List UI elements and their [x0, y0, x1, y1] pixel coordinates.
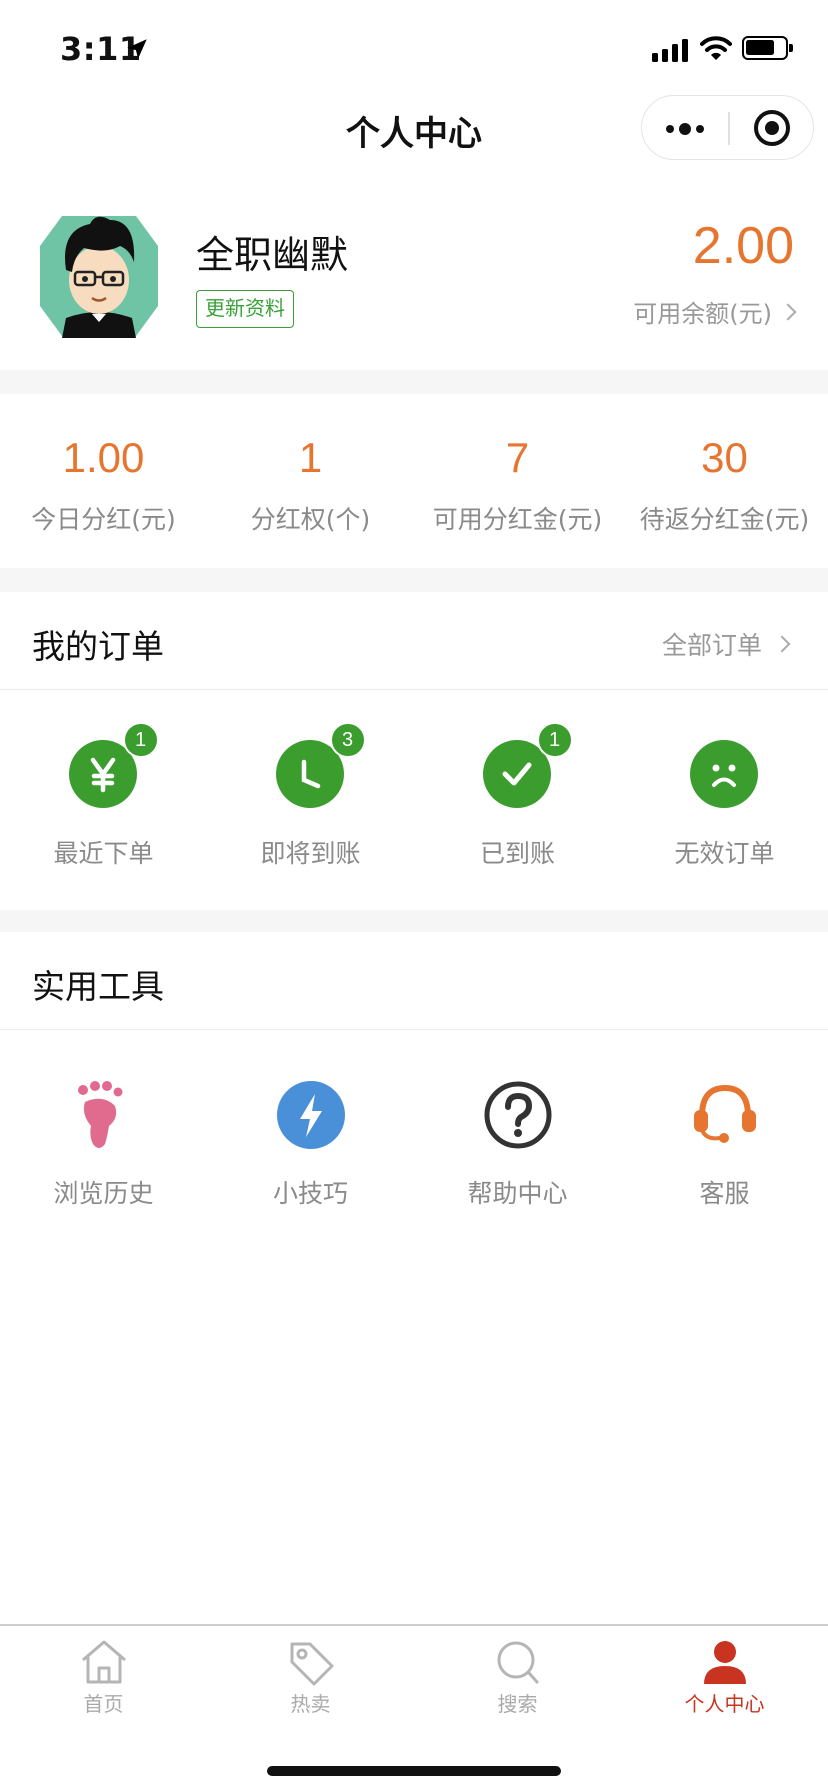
count-badge: 1 — [122, 722, 159, 758]
nav-bar: 个人中心 — [0, 92, 828, 180]
capsule-divider — [728, 112, 730, 145]
tool-label: 浏览历史 — [53, 1179, 154, 1208]
stat-label: 可用分红金(元) — [432, 505, 603, 534]
stat-label: 今日分红(元) — [31, 505, 176, 534]
battery-icon — [742, 36, 793, 60]
person-icon — [703, 1641, 746, 1684]
order-pending[interactable]: 3 即将到账 — [207, 722, 414, 870]
all-orders-link[interactable]: 全部订单 — [661, 626, 791, 662]
avatar[interactable] — [40, 210, 158, 338]
cellular-signal-icon — [652, 38, 688, 62]
section-divider — [0, 910, 828, 932]
tab-label: 个人中心 — [684, 1692, 765, 1716]
count-badge: 3 — [329, 722, 366, 758]
username: 全职幽默 — [196, 233, 349, 277]
count-badge: 1 — [536, 722, 573, 758]
update-profile-button[interactable]: 更新资料 — [196, 290, 294, 328]
tool-label: 帮助中心 — [467, 1179, 568, 1208]
tools-grid: 浏览历史 小技巧 帮助中心 客服 — [0, 1080, 828, 1210]
tag-icon — [290, 1642, 333, 1686]
tool-history[interactable]: 浏览历史 — [0, 1080, 207, 1210]
stat-item[interactable]: 7 可用分红金(元) — [414, 394, 621, 568]
tool-tips[interactable]: 小技巧 — [207, 1080, 414, 1210]
tab-label: 搜索 — [497, 1692, 538, 1716]
section-divider — [0, 370, 828, 394]
stat-value: 1 — [298, 434, 323, 481]
order-arrived[interactable]: 1 已到账 — [414, 722, 621, 870]
search-icon — [497, 1641, 538, 1684]
stat-label: 分红权(个) — [250, 505, 371, 534]
lightning-icon — [276, 1081, 345, 1149]
stat-label: 待返分红金(元) — [639, 505, 810, 534]
balance-link[interactable]: 可用余额(元) — [633, 294, 797, 329]
order-invalid[interactable]: 无效订单 — [621, 740, 828, 870]
tab-profile[interactable]: 个人中心 — [621, 1626, 828, 1792]
tool-label: 客服 — [699, 1179, 750, 1208]
status-bar: 3:11 — [0, 0, 828, 92]
order-label: 已到账 — [479, 839, 555, 868]
stat-value: 7 — [505, 434, 530, 481]
stat-value: 1.00 — [62, 434, 145, 481]
stat-item[interactable]: 1 分红权(个) — [207, 394, 414, 568]
tool-service[interactable]: 客服 — [621, 1080, 828, 1210]
chevron-right-icon — [779, 303, 797, 320]
tab-home[interactable]: 首页 — [0, 1626, 207, 1792]
headset-icon — [693, 1084, 756, 1143]
location-arrow-icon — [127, 39, 147, 59]
orders-header: 我的订单 全部订单 — [0, 592, 828, 690]
wifi-icon — [700, 36, 732, 60]
orders-grid: 1 最近下单 3 即将到账 1 已到账 无效订单 — [0, 722, 828, 870]
tab-label: 热卖 — [290, 1692, 331, 1716]
section-divider — [0, 568, 828, 592]
order-label: 无效订单 — [674, 839, 775, 868]
more-icon[interactable] — [666, 123, 704, 135]
order-recent[interactable]: 1 最近下单 — [0, 722, 207, 870]
tools-title: 实用工具 — [32, 967, 164, 1006]
question-icon — [484, 1081, 551, 1149]
close-miniprogram-icon[interactable] — [754, 110, 790, 146]
order-label: 最近下单 — [53, 839, 154, 868]
all-orders-label: 全部订单 — [661, 631, 762, 660]
home-indicator — [267, 1766, 561, 1776]
balance-value[interactable]: 2.00 — [693, 216, 794, 276]
tab-label: 首页 — [83, 1692, 124, 1716]
stat-item[interactable]: 1.00 今日分红(元) — [0, 394, 207, 568]
tool-label: 小技巧 — [272, 1179, 348, 1208]
orders-title: 我的订单 — [32, 627, 164, 666]
tools-header: 实用工具 — [0, 932, 828, 1030]
footprint-icon — [77, 1081, 122, 1148]
balance-label: 可用余额(元) — [633, 300, 772, 328]
stat-item[interactable]: 30 待返分红金(元) — [621, 394, 828, 568]
sad-face-icon — [689, 740, 758, 808]
miniprogram-capsule — [641, 95, 814, 160]
chevron-right-icon — [773, 635, 791, 653]
order-label: 即将到账 — [260, 839, 361, 868]
profile-card: 全职幽默 更新资料 2.00 可用余额(元) — [0, 180, 828, 370]
home-icon — [81, 1640, 126, 1684]
stat-value: 30 — [701, 434, 748, 481]
tool-help[interactable]: 帮助中心 — [414, 1080, 621, 1210]
stats-row: 1.00 今日分红(元) 1 分红权(个) 7 可用分红金(元) 30 待返分红… — [0, 394, 828, 568]
